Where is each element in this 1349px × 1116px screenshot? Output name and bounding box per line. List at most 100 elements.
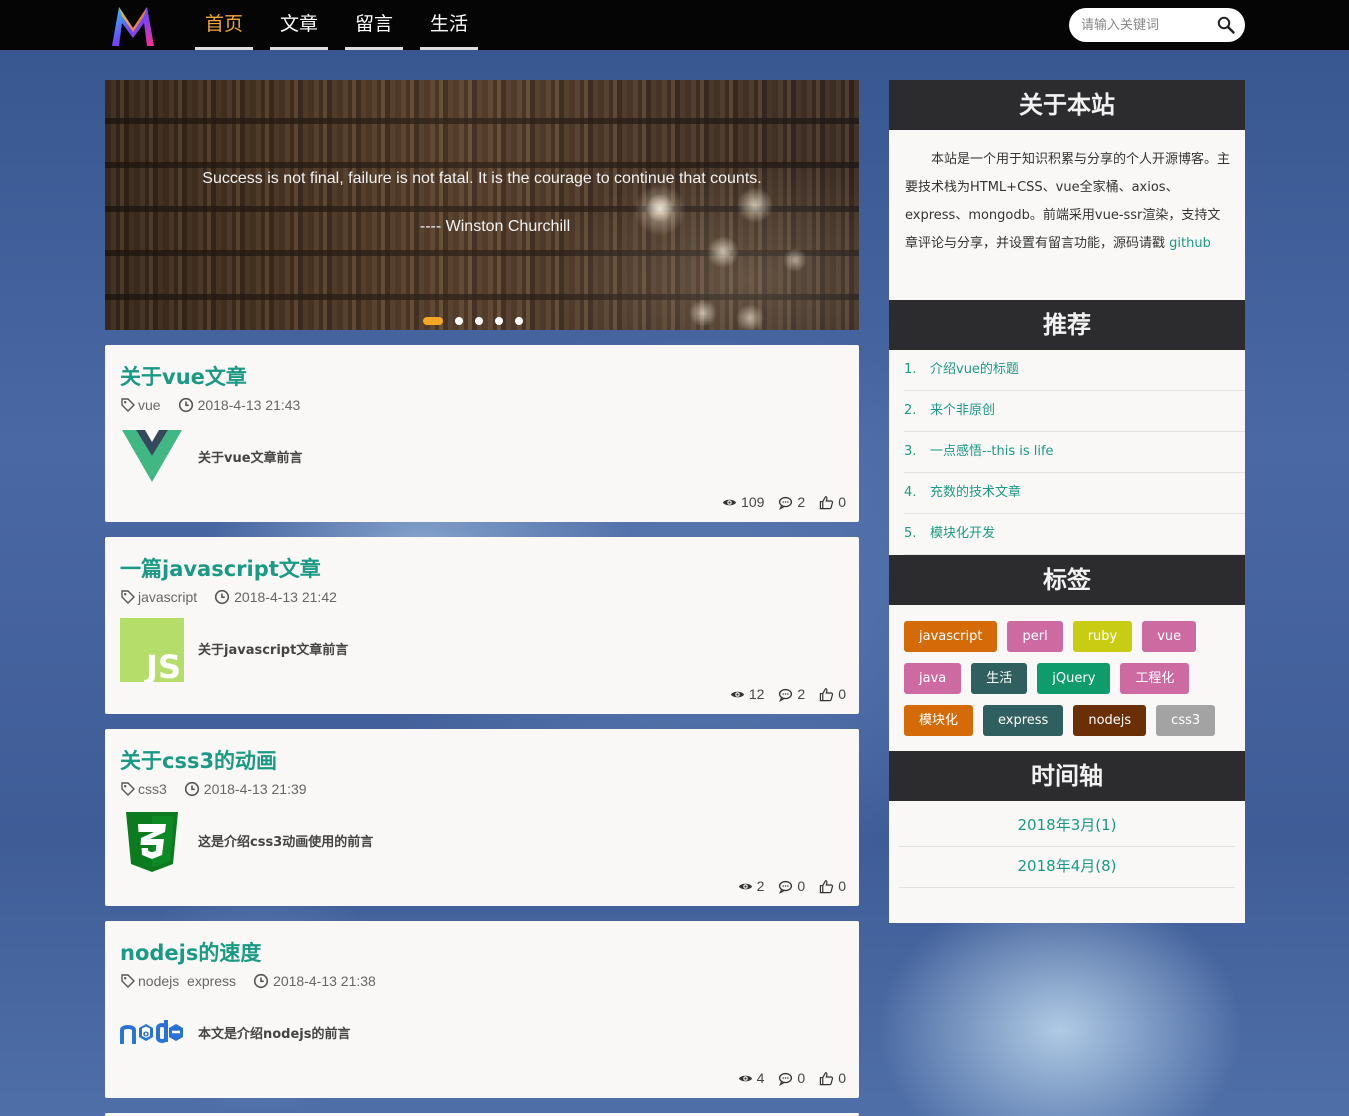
site-logo-icon[interactable] bbox=[110, 4, 156, 48]
tag-ruby[interactable]: ruby bbox=[1072, 621, 1133, 652]
tag-vue[interactable]: vue bbox=[1142, 621, 1197, 652]
tag-java[interactable]: java bbox=[904, 663, 962, 694]
js-logo-icon[interactable]: JS bbox=[120, 618, 184, 682]
carousel-indicators bbox=[423, 317, 535, 325]
carousel-dot-1[interactable] bbox=[423, 317, 443, 325]
timeline-item[interactable]: 2018年4月(8) bbox=[899, 847, 1235, 888]
article-tags[interactable]: nodejs express bbox=[138, 973, 236, 989]
article-meta: css3 2018-4-13 21:39 bbox=[120, 781, 307, 797]
thumbs-up-icon bbox=[820, 687, 834, 701]
tag-css3[interactable]: css3 bbox=[1156, 705, 1216, 736]
likes-count: 0 bbox=[838, 878, 846, 894]
tag-engineering[interactable]: 工程化 bbox=[1120, 663, 1190, 694]
article-date: 2018-4-13 21:38 bbox=[273, 973, 376, 989]
article-date: 2018-4-13 21:39 bbox=[203, 781, 307, 797]
recommend-item[interactable]: 2. 来个非原创 bbox=[904, 391, 1245, 432]
nodejs-logo-icon[interactable]: o bbox=[120, 1002, 184, 1066]
views-count: 12 bbox=[748, 686, 765, 702]
likes-count: 0 bbox=[838, 494, 846, 510]
article-tags[interactable]: vue bbox=[138, 397, 161, 413]
article-meta: nodejs express 2018-4-13 21:38 bbox=[120, 973, 376, 989]
comments-stat[interactable]: 0 bbox=[778, 878, 805, 894]
carousel-lights-image bbox=[105, 80, 859, 330]
eye-icon bbox=[738, 1075, 752, 1081]
comments-stat[interactable]: 0 bbox=[778, 1070, 805, 1086]
article-title[interactable]: 关于vue文章 bbox=[120, 361, 247, 391]
eye-icon bbox=[722, 499, 737, 505]
hero-carousel[interactable]: Success is not final, failure is not fat… bbox=[105, 80, 859, 330]
recommend-label: 介绍vue的标题 bbox=[930, 362, 1019, 377]
tags-heading: 标签 bbox=[889, 555, 1245, 605]
recommend-item[interactable]: 5. 模块化开发 bbox=[904, 514, 1245, 555]
comments-stat[interactable]: 2 bbox=[778, 494, 805, 510]
likes-stat[interactable]: 0 bbox=[819, 686, 846, 702]
comments-count: 0 bbox=[797, 878, 806, 894]
github-link[interactable]: github bbox=[1169, 236, 1211, 251]
tag-modular[interactable]: 模块化 bbox=[904, 705, 974, 736]
carousel-dot-4[interactable] bbox=[495, 317, 503, 325]
search-input[interactable] bbox=[1081, 8, 1211, 42]
tag-nodejs[interactable]: nodejs bbox=[1073, 705, 1147, 736]
article-card: nodejs的速度 nodejs express 2018-4-13 21:38… bbox=[105, 921, 859, 1098]
tag-perl[interactable]: perl bbox=[1007, 621, 1063, 652]
carousel-quote: Success is not final, failure is not fat… bbox=[202, 170, 762, 187]
main-nav: 首页 文章 留言 生活 bbox=[195, 0, 495, 50]
thumbs-up-icon bbox=[820, 495, 834, 509]
comment-icon bbox=[779, 688, 793, 702]
views-count: 4 bbox=[756, 1070, 765, 1086]
likes-stat[interactable]: 0 bbox=[819, 878, 846, 894]
recommend-item[interactable]: 1. 介绍vue的标题 bbox=[904, 350, 1245, 391]
svg-text:JS: JS bbox=[144, 648, 181, 682]
recommend-num: 2. bbox=[904, 403, 917, 418]
tag-express[interactable]: express bbox=[983, 705, 1064, 736]
views-stat: 109 bbox=[722, 494, 764, 510]
eye-icon bbox=[730, 691, 744, 697]
nav-articles[interactable]: 文章 bbox=[270, 0, 328, 50]
carousel-dot-2[interactable] bbox=[455, 317, 463, 325]
article-title[interactable]: nodejs的速度 bbox=[120, 937, 261, 967]
about-text: 本站是一个用于知识积累与分享的个人开源博客。主要技术栈为HTML+CSS、vue… bbox=[889, 130, 1245, 258]
comments-count: 2 bbox=[797, 494, 806, 510]
article-tags[interactable]: css3 bbox=[138, 781, 167, 797]
likes-stat[interactable]: 0 bbox=[819, 494, 846, 510]
recommend-num: 3. bbox=[904, 444, 917, 459]
recommend-label: 来个非原创 bbox=[930, 403, 996, 418]
article-meta: javascript 2018-4-13 21:42 bbox=[120, 589, 337, 605]
search-icon[interactable] bbox=[1217, 16, 1235, 34]
comments-stat[interactable]: 2 bbox=[778, 686, 805, 702]
nav-life[interactable]: 生活 bbox=[420, 0, 478, 50]
article-stats: 4 0 0 bbox=[724, 1070, 846, 1086]
thumbs-up-icon bbox=[820, 1071, 834, 1085]
recommend-item[interactable]: 3. 一点感悟--this is life bbox=[904, 432, 1245, 473]
clock-icon bbox=[178, 397, 193, 413]
likes-stat[interactable]: 0 bbox=[819, 1070, 846, 1086]
article-card: 关于vue文章 vue 2018-4-13 21:43 关于vue文章前言 10… bbox=[105, 345, 859, 522]
timeline-item[interactable]: 2018年3月(1) bbox=[899, 801, 1235, 847]
recommend-num: 1. bbox=[904, 362, 917, 377]
views-stat: 4 bbox=[738, 1070, 765, 1086]
likes-count: 0 bbox=[838, 1070, 846, 1086]
article-date: 2018-4-13 21:43 bbox=[197, 397, 301, 413]
views-stat: 2 bbox=[738, 878, 764, 894]
tag-jquery[interactable]: jQuery bbox=[1037, 663, 1111, 694]
recommend-num: 4. bbox=[904, 485, 917, 500]
tag-icon bbox=[121, 398, 135, 412]
article-card: 关于css3的动画 css3 2018-4-13 21:39 这是介绍css3动… bbox=[105, 729, 859, 906]
nav-guestbook[interactable]: 留言 bbox=[345, 0, 403, 50]
article-stats: 2 0 0 bbox=[724, 878, 846, 894]
article-tags[interactable]: javascript bbox=[138, 589, 197, 605]
carousel-dot-5[interactable] bbox=[515, 317, 523, 325]
css3-logo-icon[interactable] bbox=[120, 810, 184, 874]
article-excerpt: 关于javascript文章前言 bbox=[198, 643, 349, 658]
tag-javascript[interactable]: javascript bbox=[904, 621, 998, 652]
tag-life[interactable]: 生活 bbox=[971, 663, 1028, 694]
article-title[interactable]: 关于css3的动画 bbox=[120, 745, 277, 775]
vue-logo-icon[interactable] bbox=[120, 426, 184, 490]
nav-home[interactable]: 首页 bbox=[195, 0, 253, 50]
article-date: 2018-4-13 21:42 bbox=[234, 589, 337, 605]
article-title[interactable]: 一篇javascript文章 bbox=[120, 553, 321, 583]
clock-icon bbox=[253, 973, 269, 989]
recommend-item[interactable]: 4. 充数的技术文章 bbox=[904, 473, 1245, 514]
thumbs-up-icon bbox=[820, 879, 834, 893]
carousel-dot-3[interactable] bbox=[475, 317, 483, 325]
